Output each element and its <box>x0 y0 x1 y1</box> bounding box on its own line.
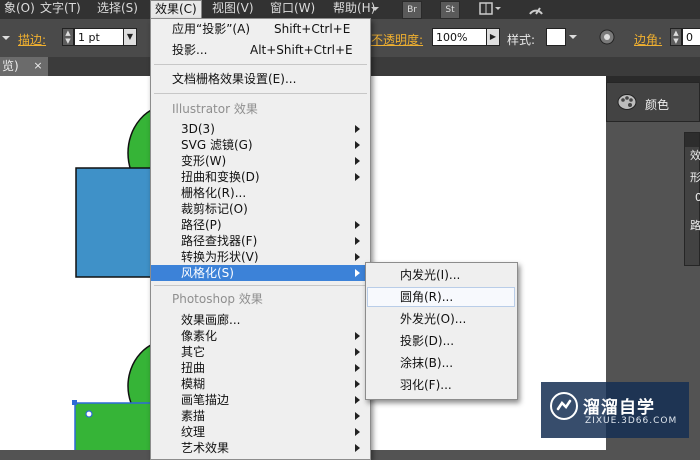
stroke-stepper[interactable]: ▲ ▼ <box>62 28 74 46</box>
gpu-performance-icon[interactable] <box>526 1 546 18</box>
stroke-label[interactable]: 描边: <box>18 31 46 48</box>
submenu-arrow-icon <box>354 360 362 376</box>
arrange-documents-icon[interactable] <box>478 1 502 17</box>
menu-select[interactable]: 选择(S) <box>93 0 142 19</box>
menu-item-other[interactable]: 其它 <box>151 344 370 360</box>
color-swatch-dropdown-icon[interactable] <box>2 29 10 47</box>
menu-item-distort[interactable]: 扭曲 <box>151 360 370 376</box>
menu-item-blur[interactable]: 模糊 <box>151 376 370 392</box>
opacity-dropdown[interactable]: ▶ <box>486 28 500 46</box>
menu-item-warp[interactable]: 变形(W) <box>151 153 370 169</box>
menu-item-brush-strokes[interactable]: 画笔描边 <box>151 392 370 408</box>
graphic-style-swatch[interactable] <box>546 28 566 46</box>
close-tab-icon[interactable]: × <box>32 59 44 73</box>
menu-item-distort-transform[interactable]: 扭曲和变换(D) <box>151 169 370 185</box>
watermark-logo-icon <box>549 391 579 421</box>
bridge-button[interactable]: Br <box>402 1 422 19</box>
menu-type[interactable]: 文字(T) <box>36 0 85 19</box>
drop-shadow-item[interactable]: 投影(D)... <box>367 331 515 351</box>
feather-item[interactable]: 羽化(F)... <box>367 375 515 395</box>
menu-separator <box>154 64 367 65</box>
round-corners-item[interactable]: 圆角(R)... <box>367 287 515 307</box>
panel-fragment: 路 <box>690 219 700 232</box>
submenu-arrow-icon <box>354 121 362 137</box>
submenu-arrow-icon <box>354 249 362 265</box>
menu-item-artistic[interactable]: 艺术效果 <box>151 440 370 456</box>
menu-window[interactable]: 窗口(W) <box>266 0 319 19</box>
menu-item-pathfinder[interactable]: 路径查找器(F) <box>151 233 370 249</box>
submenu-arrow-icon <box>354 328 362 344</box>
menu-item-svg-filters[interactable]: SVG 滤镜(G) <box>151 137 370 153</box>
document-raster-settings-item[interactable]: 文档栅格效果设置(E)... <box>151 71 370 87</box>
stylize-submenu: 内发光(I)... 圆角(R)... 外发光(O)... 投影(D)... 涂抹… <box>365 262 518 400</box>
panel-fragment: 形 <box>690 171 700 184</box>
submenu-arrow-icon <box>354 169 362 185</box>
inner-glow-item[interactable]: 内发光(I)... <box>367 265 515 285</box>
submenu-arrow-icon <box>354 344 362 360</box>
photoshop-effects-header: Photoshop 效果 <box>172 292 263 306</box>
menu-item-effect-gallery[interactable]: 效果画廊... <box>151 312 370 328</box>
apply-last-effect-item[interactable]: 应用“投影”(A) Shift+Ctrl+E <box>151 21 370 37</box>
menu-view[interactable]: 视图(V) <box>208 0 258 19</box>
menu-object[interactable]: 象(O) <box>0 0 39 19</box>
menu-effect[interactable]: 效果(C) <box>150 0 202 19</box>
stroke-weight-field[interactable]: 1 pt <box>74 28 126 46</box>
stroke-weight-dropdown[interactable]: ▼ <box>123 28 137 46</box>
submenu-arrow-icon <box>354 137 362 153</box>
illustrator-effects-header: Illustrator 效果 <box>172 102 258 116</box>
corner-label[interactable]: 边角: <box>634 31 662 48</box>
corner-stepper[interactable]: ▲ ▼ <box>670 28 682 46</box>
panel-fragment: 0 <box>695 191 700 204</box>
submenu-arrow-icon <box>354 408 362 424</box>
submenu-arrow-icon <box>354 265 362 281</box>
menu-item-rasterize[interactable]: 栅格化(R)... <box>151 185 370 201</box>
menu-item-path[interactable]: 路径(P) <box>151 217 370 233</box>
submenu-arrow-icon <box>354 440 362 456</box>
color-panel-label: 颜色 <box>645 98 670 112</box>
stock-button[interactable]: St <box>440 1 460 19</box>
appearance-panel-partial[interactable]: 效 形 0 路 <box>684 132 700 266</box>
submenu-arrow-icon <box>354 424 362 440</box>
watermark-url: ZIXUE.3D66.COM <box>585 416 678 426</box>
corner-radius-field[interactable]: 0 <box>682 28 700 46</box>
submenu-arrow-icon <box>354 153 362 169</box>
dropdown-arrow-icon <box>370 3 380 15</box>
opacity-field[interactable]: 100% <box>432 28 488 46</box>
menu-item-crop-marks[interactable]: 裁剪标记(O) <box>151 201 370 217</box>
menu-item-pixelate[interactable]: 像素化 <box>151 328 370 344</box>
live-corner-widget <box>85 410 93 418</box>
menu-item-texture[interactable]: 纹理 <box>151 424 370 440</box>
selection-handle <box>72 400 77 405</box>
submenu-arrow-icon <box>354 392 362 408</box>
menu-item-3d[interactable]: 3D(3) <box>151 121 370 137</box>
menu-item-stylize[interactable]: 风格化(S) <box>151 265 370 281</box>
scribble-item[interactable]: 涂抹(B)... <box>367 353 515 373</box>
watermark: 溜溜自学 ZIXUE.3D66.COM <box>541 382 689 438</box>
panel-fragment: 效 <box>690 149 700 162</box>
watermark-brand: 溜溜自学 <box>583 398 655 418</box>
style-label: 样式: <box>507 33 536 47</box>
submenu-arrow-icon <box>354 233 362 249</box>
menu-separator <box>154 93 367 94</box>
color-panel-button[interactable]: 颜色 <box>606 82 700 122</box>
palette-icon <box>617 93 637 111</box>
opacity-label[interactable]: 不透明度: <box>371 31 423 48</box>
menu-bar: 象(O) 文字(T) 选择(S) 效果(C) 视图(V) 窗口(W) 帮助(H)… <box>0 0 700 19</box>
menu-item-sketch[interactable]: 素描 <box>151 408 370 424</box>
submenu-arrow-icon <box>354 217 362 233</box>
last-effect-item[interactable]: 投影... Alt+Shift+Ctrl+E <box>151 42 370 58</box>
effect-menu: 应用“投影”(A) Shift+Ctrl+E 投影... Alt+Shift+C… <box>150 18 371 460</box>
outer-glow-item[interactable]: 外发光(O)... <box>367 309 515 329</box>
menu-separator <box>154 285 367 286</box>
recolor-artwork-icon[interactable] <box>599 29 615 45</box>
submenu-arrow-icon <box>354 376 362 392</box>
graphic-style-dropdown-icon[interactable] <box>567 28 579 46</box>
menu-item-convert-to-shape[interactable]: 转换为形状(V) <box>151 249 370 265</box>
